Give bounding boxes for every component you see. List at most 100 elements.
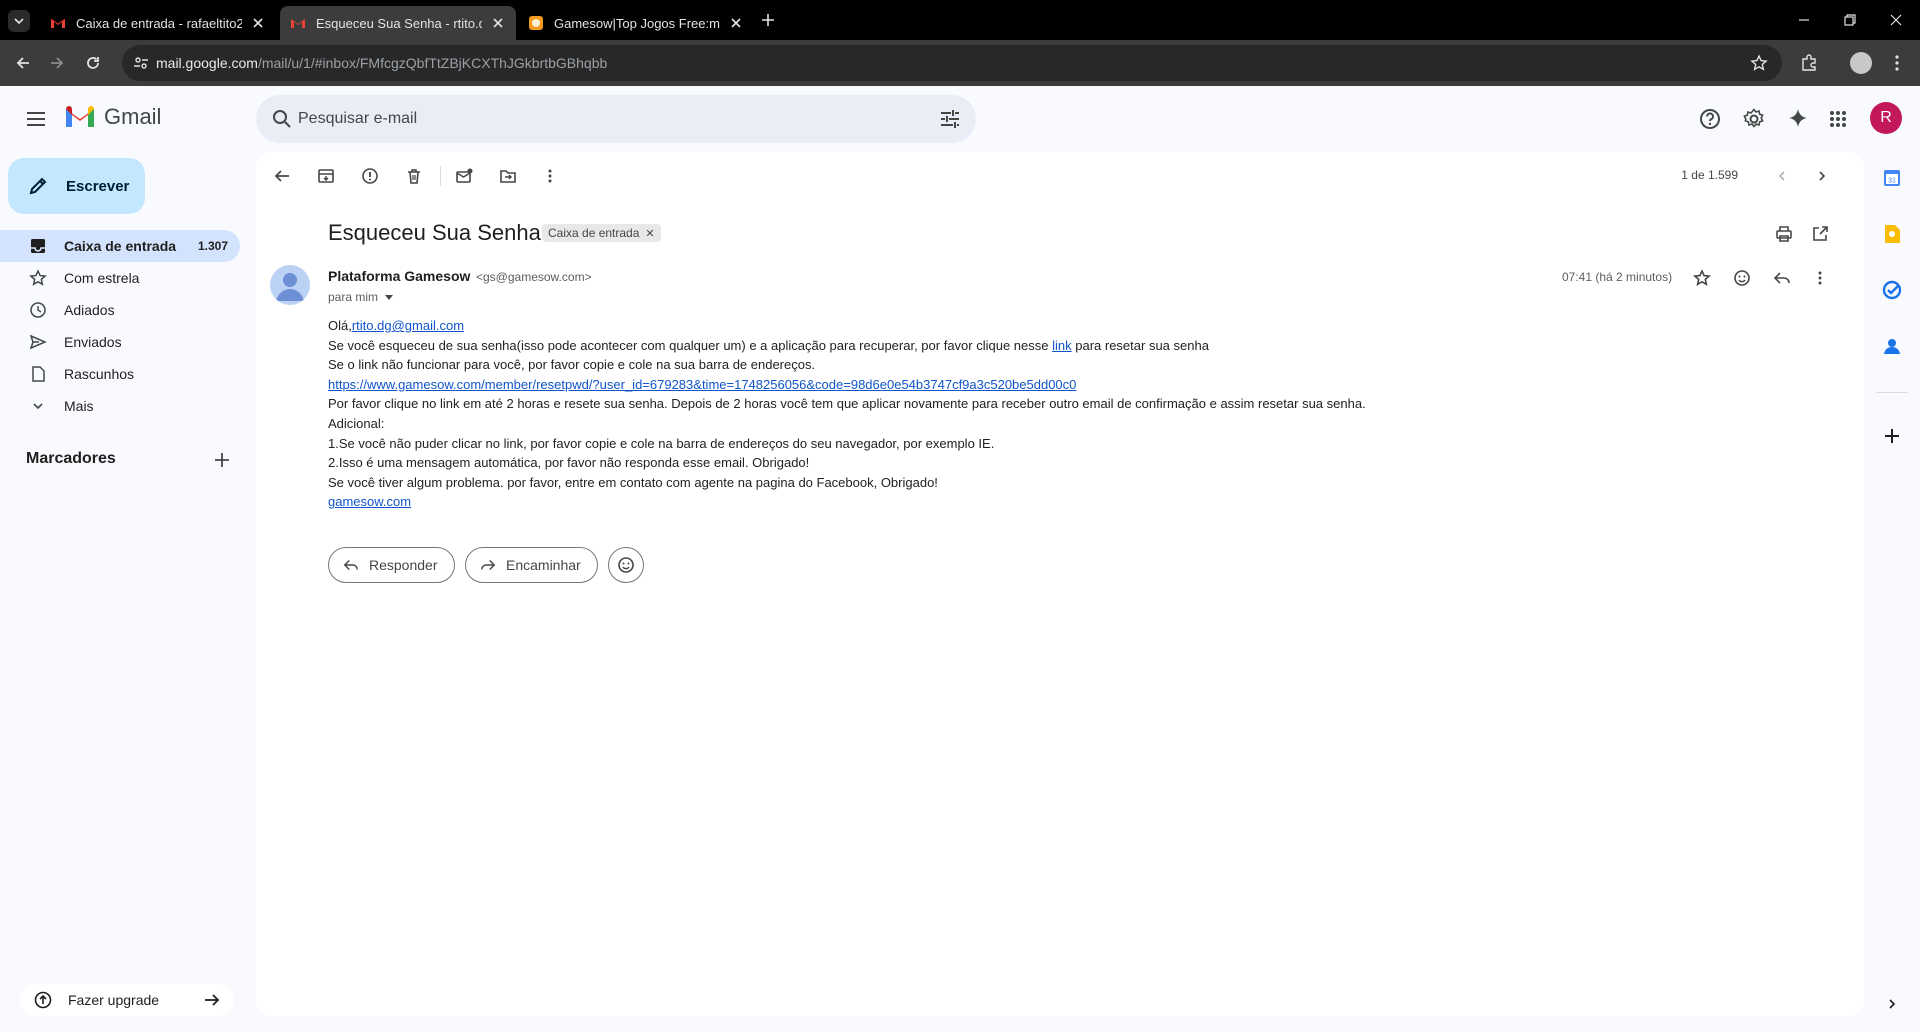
close-icon: [1890, 14, 1902, 26]
calendar-icon: 31: [1884, 170, 1900, 186]
reload-button[interactable]: [82, 52, 104, 74]
reset-url-link[interactable]: https://www.gamesow.com/member/resetpwd/…: [328, 377, 1076, 392]
chevron-down-icon: [28, 396, 48, 416]
star-message-button[interactable]: [1690, 266, 1714, 290]
calendar-app-button[interactable]: 31: [1880, 166, 1904, 190]
gemini-button[interactable]: [1786, 107, 1810, 131]
more-vert-icon: [548, 169, 552, 183]
product-name: Gmail: [104, 104, 162, 129]
forward-icon: [481, 560, 496, 570]
reset-link[interactable]: link: [1052, 338, 1072, 353]
get-addons-button[interactable]: [1880, 424, 1904, 448]
reload-icon: [87, 57, 99, 69]
sidebar-item-starred[interactable]: Com estrela: [0, 262, 240, 294]
site-info-icon[interactable]: [132, 54, 150, 72]
browser-tab-gamesow[interactable]: Gamesow|Top Jogos Free:mem: [518, 6, 754, 40]
gmail-favicon-icon: [290, 15, 306, 31]
label-chip: Caixa de entrada ✕: [542, 224, 661, 242]
keep-app-button[interactable]: [1880, 222, 1904, 246]
plus-icon: [762, 14, 774, 26]
body-line: Se você tiver algum problema. por favor,…: [328, 474, 938, 490]
emoji-reaction-button[interactable]: [608, 547, 644, 583]
browser-profile-avatar[interactable]: [1850, 52, 1872, 74]
emoji-icon: [1734, 270, 1750, 286]
add-reaction-button[interactable]: [1730, 266, 1754, 290]
mark-unread-button[interactable]: [452, 164, 476, 188]
hide-side-panel-button[interactable]: [1880, 992, 1904, 1016]
body-line: 2.Isso é uma mensagem automática, por fa…: [328, 455, 810, 471]
browser-menu-button[interactable]: [1886, 52, 1908, 74]
sidebar-item-more[interactable]: Mais: [0, 390, 240, 422]
minimize-icon: [1799, 19, 1809, 21]
close-icon[interactable]: [490, 15, 506, 31]
upgrade-label: Fazer upgrade: [68, 992, 160, 1008]
contacts-app-button[interactable]: [1880, 334, 1904, 358]
forward-button[interactable]: [46, 52, 68, 74]
search-icon[interactable]: [270, 107, 294, 131]
tab-title: Gamesow|Top Jogos Free:mem: [554, 15, 720, 31]
reply-icon: [1773, 272, 1790, 284]
tasks-app-button[interactable]: [1880, 278, 1904, 302]
sender-name[interactable]: Plataforma Gamesow: [328, 268, 470, 284]
more-actions-button[interactable]: [538, 164, 562, 188]
sidebar-item-snoozed[interactable]: Adiados: [0, 294, 240, 326]
keep-icon: [1885, 225, 1900, 243]
new-tab-button[interactable]: [758, 10, 778, 30]
body-text: Se você esqueceu de sua senha(isso pode …: [328, 337, 1053, 353]
older-button[interactable]: [1810, 164, 1834, 188]
remove-label-icon[interactable]: ✕: [645, 227, 654, 240]
close-icon[interactable]: [728, 15, 744, 31]
print-button[interactable]: [1772, 222, 1796, 246]
main-menu-icon[interactable]: [24, 107, 48, 131]
close-icon[interactable]: [250, 15, 266, 31]
greeting-text: Olá,: [328, 318, 352, 333]
search-options-icon[interactable]: [938, 107, 962, 131]
move-to-button[interactable]: [496, 164, 520, 188]
back-to-inbox-button[interactable]: [270, 164, 294, 188]
forward-action-button[interactable]: Encaminhar: [465, 547, 598, 583]
search-input[interactable]: [298, 107, 898, 131]
archive-button[interactable]: [314, 164, 338, 188]
browser-tab-inbox[interactable]: Caixa de entrada - rafaeltito256: [40, 6, 276, 40]
trash-icon: [408, 169, 420, 184]
open-new-window-button[interactable]: [1808, 222, 1832, 246]
message-more-button[interactable]: [1808, 266, 1832, 290]
body-line: https://www.gamesow.com/member/resetpwd/…: [328, 375, 1728, 395]
move-folder-icon: [500, 170, 516, 183]
back-button[interactable]: [12, 52, 34, 74]
labels-heading: Marcadores: [26, 450, 116, 467]
delete-button[interactable]: [402, 164, 426, 188]
bookmark-star-icon[interactable]: [1750, 54, 1768, 72]
help-button[interactable]: [1698, 107, 1722, 131]
add-label-icon[interactable]: [212, 450, 232, 470]
newer-button[interactable]: [1770, 164, 1794, 188]
reply-action-button[interactable]: Responder: [328, 547, 455, 583]
reply-button[interactable]: [1770, 266, 1794, 290]
sidebar-item-drafts[interactable]: Rascunhos: [0, 358, 240, 390]
minimize-window-button[interactable]: [1794, 10, 1814, 30]
compose-button[interactable]: Escrever: [8, 158, 145, 214]
gmail-logo[interactable]: Gmail: [64, 104, 161, 130]
url-host: mail.google.com: [156, 55, 258, 71]
google-apps-button[interactable]: [1826, 107, 1850, 131]
close-window-button[interactable]: [1886, 10, 1906, 30]
extensions-button[interactable]: [1798, 52, 1820, 74]
restore-window-button[interactable]: [1840, 10, 1860, 30]
sidebar-item-sent[interactable]: Enviados: [0, 326, 240, 358]
sidebar-item-inbox[interactable]: Caixa de entrada 1.307: [0, 230, 240, 262]
contacts-icon: [1884, 339, 1900, 354]
account-avatar[interactable]: R: [1870, 102, 1902, 134]
sidebar-item-label: Rascunhos: [64, 366, 135, 382]
body-greeting: Olá,rtito.dg@gmail.com: [328, 316, 1728, 336]
browser-toolbar: mail.google.com/mail/u/1/#inbox/FMfcgzQb…: [0, 40, 1920, 86]
tab-search-button[interactable]: [8, 10, 30, 32]
footer-site-link[interactable]: gamesow.com: [328, 494, 411, 509]
report-spam-button[interactable]: [358, 164, 382, 188]
greeting-email-link[interactable]: rtito.dg@gmail.com: [352, 318, 464, 333]
recipients-toggle[interactable]: para mim: [328, 290, 394, 304]
address-bar[interactable]: mail.google.com/mail/u/1/#inbox/FMfcgzQb…: [122, 45, 1782, 81]
caret-down-icon: [385, 295, 394, 300]
browser-tab-active[interactable]: Esqueceu Sua Senha - rtito.dg@: [280, 6, 516, 40]
upgrade-button[interactable]: Fazer upgrade: [20, 984, 234, 1016]
settings-button[interactable]: [1742, 107, 1766, 131]
